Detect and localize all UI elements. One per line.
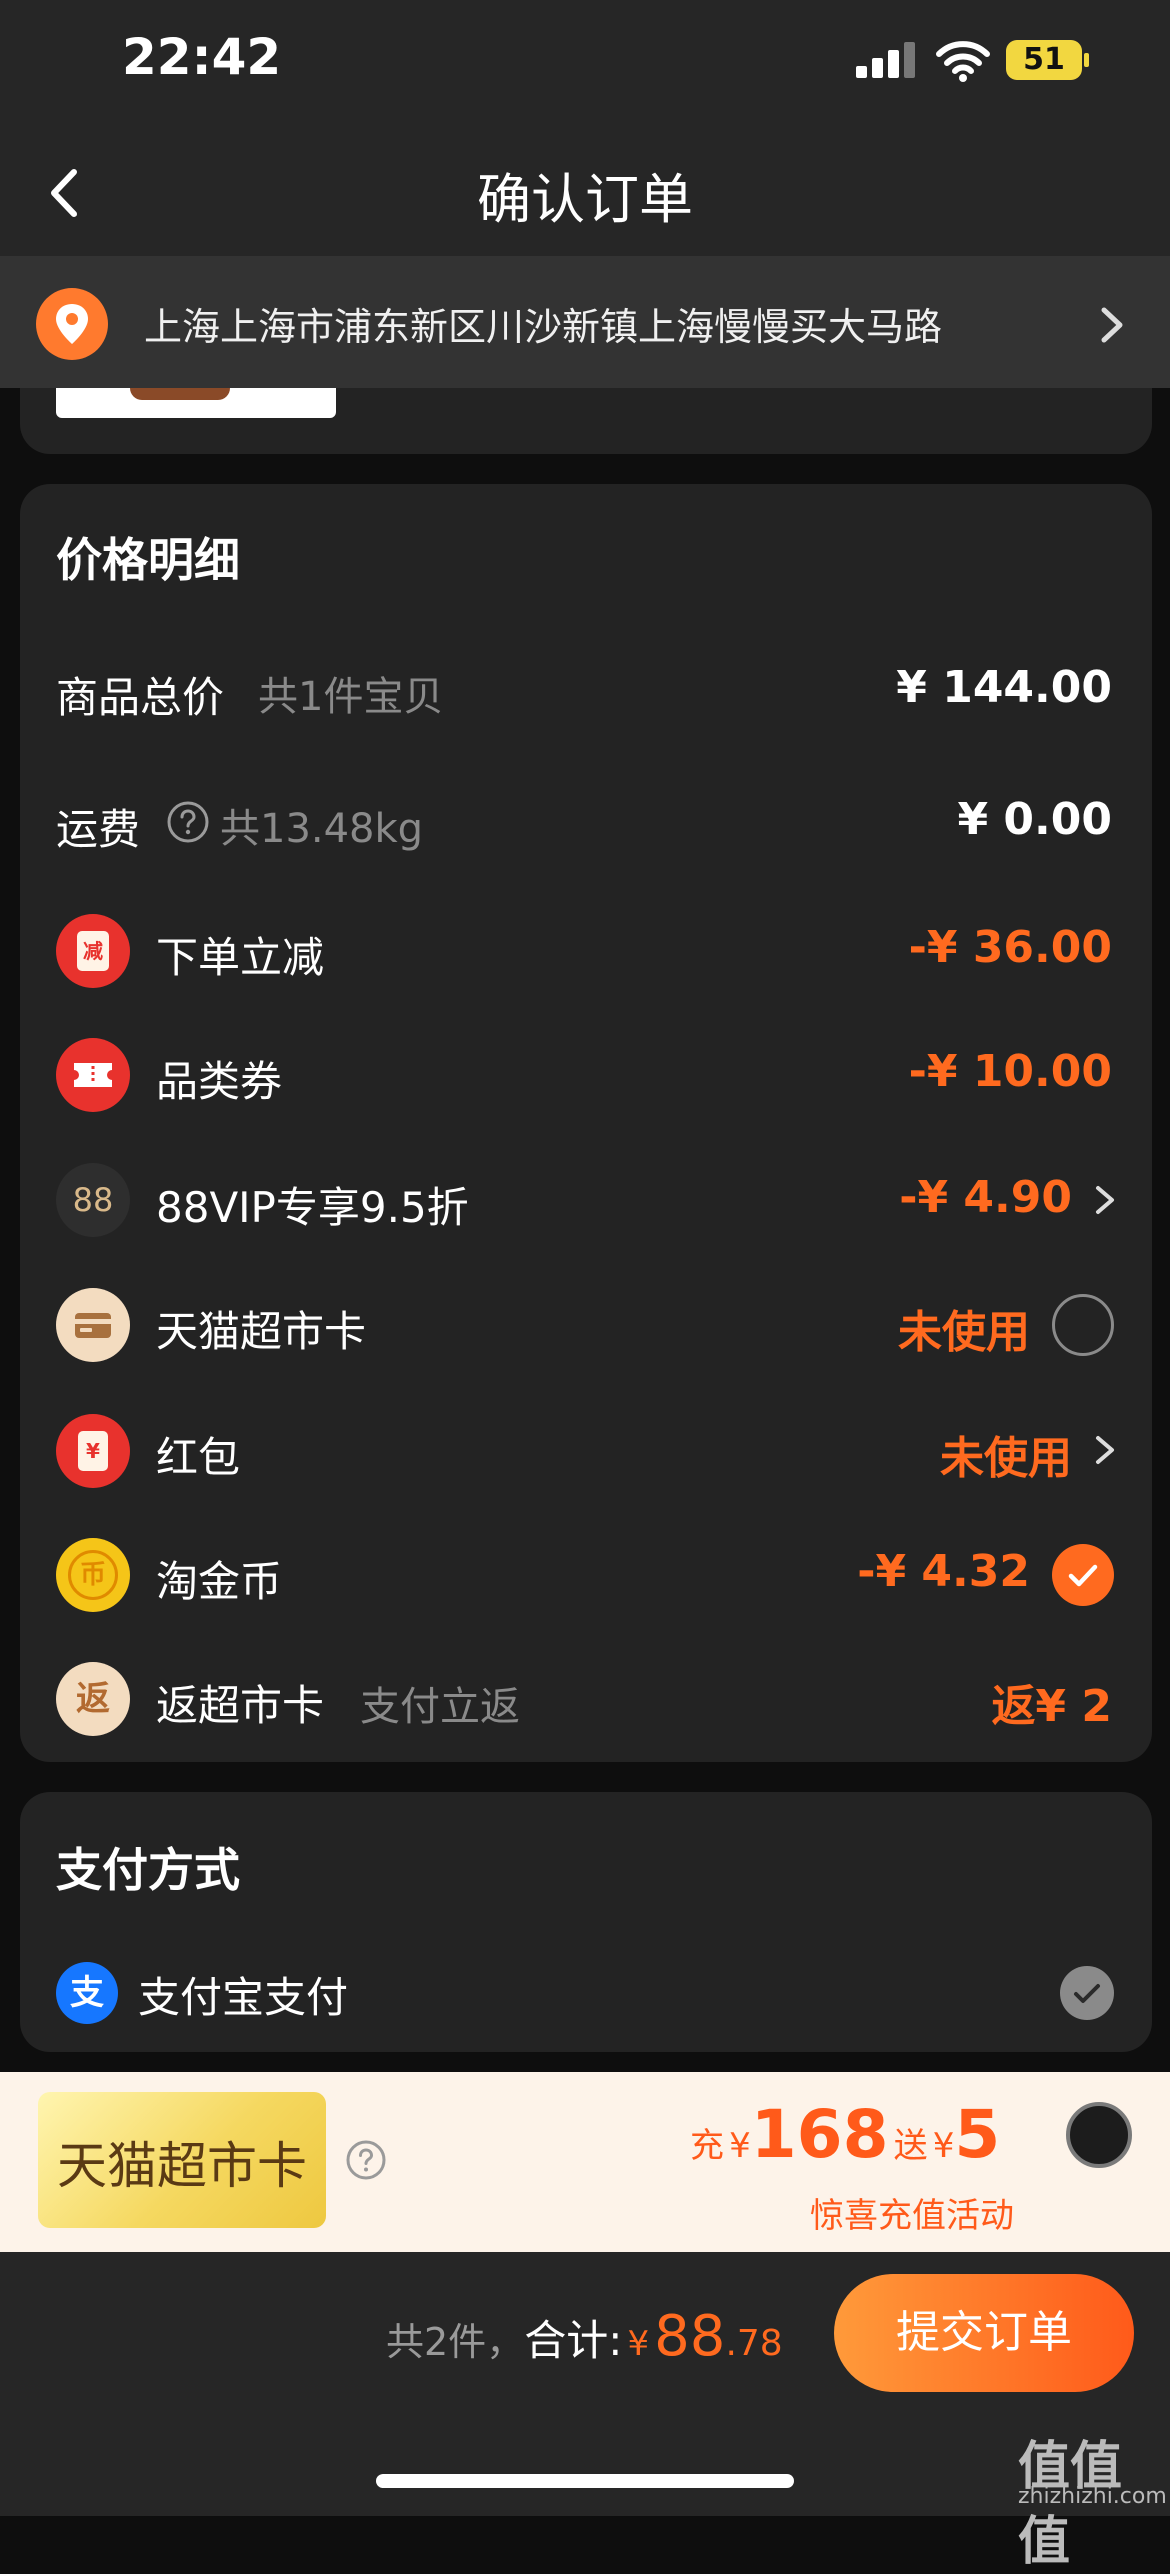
- tmall-card-label: 天猫超市卡: [156, 1307, 367, 1356]
- category-coupon-label: 品类券: [156, 1057, 283, 1106]
- alipay-label[interactable]: 支付宝支付: [138, 1964, 348, 2025]
- red-packet-label: 红包: [156, 1433, 241, 1482]
- subtotal-value: ¥ 144.00: [896, 662, 1112, 713]
- battery-tip: [1084, 53, 1089, 67]
- check-icon: [1068, 1564, 1098, 1587]
- card-icon: [56, 1288, 130, 1362]
- instant-discount-label: 下单立减: [156, 933, 325, 982]
- subtotal-label: 商品总价: [56, 673, 225, 722]
- product-thumbnail-image: [130, 388, 230, 400]
- chevron-right-icon[interactable]: [1090, 1430, 1120, 1470]
- address-text[interactable]: 上海上海市浦东新区川沙新镇上海慢慢买大马路: [144, 296, 942, 351]
- ticket-icon: [56, 1038, 130, 1112]
- 88vip-icon: 88: [56, 1163, 130, 1237]
- help-icon[interactable]: [346, 2140, 386, 2180]
- return-icon: 返: [56, 1662, 130, 1736]
- recharge-offer-subtitle: 惊喜充值活动: [810, 2196, 1014, 2236]
- shipping-value: ¥ 0.00: [957, 794, 1113, 845]
- vip-discount-value[interactable]: -¥ 4.90: [899, 1172, 1072, 1223]
- coupon-red-icon: 减: [56, 914, 130, 988]
- home-indicator: [376, 2474, 794, 2488]
- gold-coin-icon: 币: [56, 1538, 130, 1612]
- shipping-label: 运费: [56, 805, 141, 854]
- recharge-radio[interactable]: [1066, 2102, 1132, 2168]
- category-coupon-value: -¥ 10.00: [908, 1046, 1112, 1097]
- taojinbi-checkbox-checked[interactable]: [1052, 1544, 1114, 1606]
- taojinbi-value: -¥ 4.32: [857, 1546, 1030, 1597]
- alipay-radio-selected[interactable]: [1060, 1966, 1114, 2020]
- subtotal-count: 共1件宝贝: [258, 674, 444, 720]
- shipping-weight: 共13.48kg: [220, 806, 424, 852]
- tmall-card-image-text: 天猫超市卡: [57, 2137, 307, 2195]
- tmall-card-value[interactable]: 未使用: [898, 1296, 1030, 1360]
- help-icon[interactable]: [166, 800, 210, 844]
- battery-icon: 51: [1006, 40, 1082, 80]
- chevron-right-icon[interactable]: [1090, 1180, 1120, 1220]
- cashback-card-sub: 支付立返: [360, 1684, 520, 1730]
- status-time: 22:42: [122, 28, 282, 86]
- red-packet-value[interactable]: 未使用: [940, 1422, 1072, 1486]
- cashback-card-label: 返超市卡: [156, 1681, 325, 1730]
- alipay-icon: 支: [56, 1962, 118, 2024]
- red-packet-icon: ¥: [56, 1414, 130, 1488]
- wifi-icon: [936, 41, 990, 82]
- chevron-right-icon[interactable]: [1094, 300, 1130, 350]
- instant-discount-value: -¥ 36.00: [908, 922, 1112, 973]
- submit-order-button[interactable]: 提交订单: [834, 2274, 1134, 2392]
- watermark-site: zhizhizhi.com: [1018, 2484, 1167, 2509]
- page-title: 确认订单: [477, 168, 693, 231]
- taojinbi-label: 淘金币: [156, 1557, 283, 1606]
- vip-discount-label[interactable]: 88VIP专享9.5折: [156, 1174, 469, 1235]
- price-detail-title: 价格明细: [56, 533, 240, 587]
- check-icon: [1074, 1984, 1100, 2003]
- payment-title: 支付方式: [56, 1843, 240, 1897]
- tmall-card-radio[interactable]: [1052, 1294, 1114, 1356]
- recharge-offer: 充 ¥168 送 ¥5: [690, 2096, 1001, 2173]
- cellular-signal-icon: [856, 42, 916, 78]
- cashback-card-value: 返¥ 2: [991, 1681, 1112, 1732]
- location-pin-icon: [36, 288, 108, 360]
- order-total: 共2件，合计: ¥ 88.78: [386, 2304, 783, 2369]
